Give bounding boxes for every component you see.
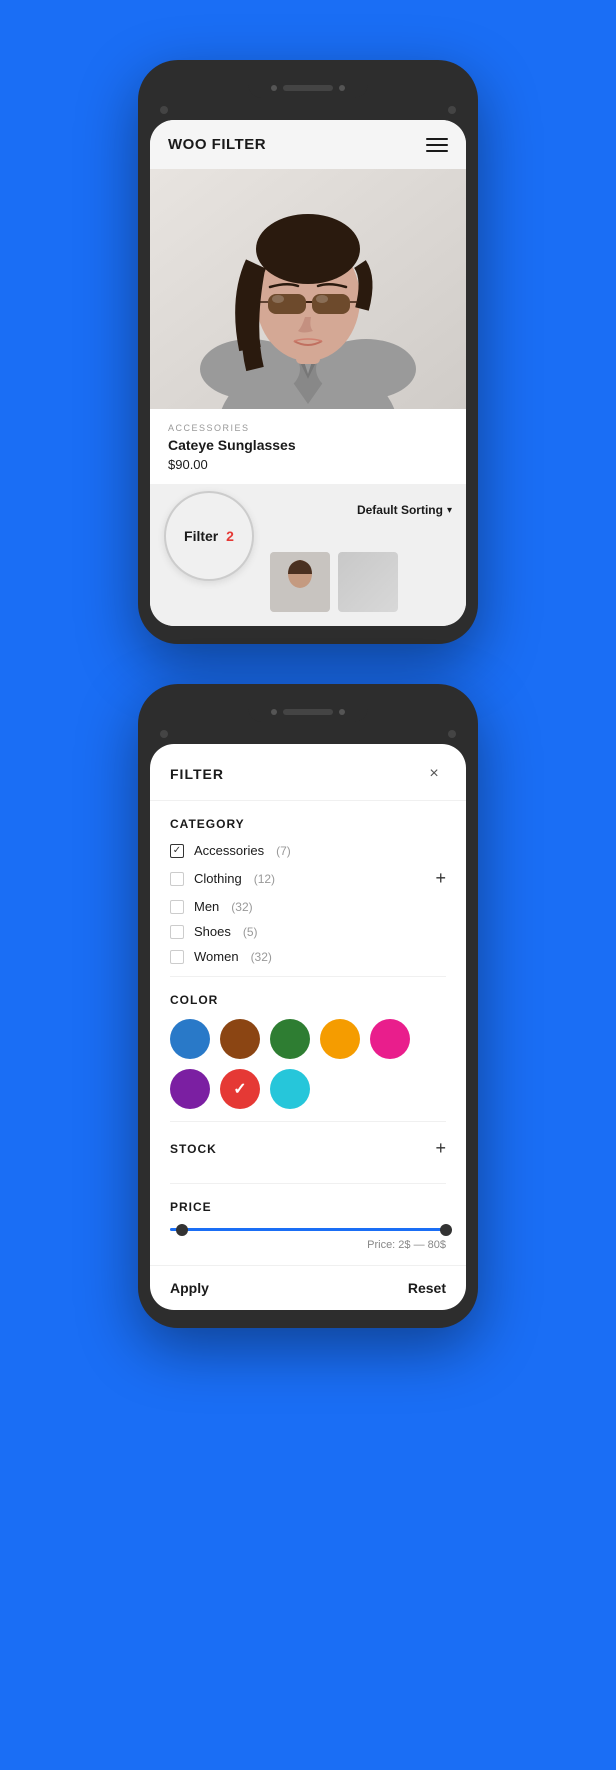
close-button[interactable]: × <box>422 762 446 786</box>
clothing-expand-icon[interactable]: + <box>435 868 446 889</box>
stock-section: STOCK + <box>170 1122 446 1184</box>
category-list: Accessories (7) Clothing (12) + <box>170 843 446 964</box>
category-item-women[interactable]: Women (32) <box>170 949 446 964</box>
product-thumbnail-2[interactable] <box>338 552 398 612</box>
color-swatch-red[interactable] <box>220 1069 260 1109</box>
color-swatch-blue[interactable] <box>170 1019 210 1059</box>
category-count-shoes: (5) <box>243 925 258 939</box>
camera-dot-right <box>448 106 456 114</box>
notch-dot-2 <box>339 85 345 91</box>
color-swatch-teal[interactable] <box>270 1069 310 1109</box>
category-item-clothing[interactable]: Clothing (12) + <box>170 868 446 889</box>
category-item-men[interactable]: Men (32) <box>170 899 446 914</box>
category-count-accessories: (7) <box>276 844 291 858</box>
camera-dot-left <box>160 106 168 114</box>
notch-speaker <box>283 85 333 91</box>
category-name-women: Women <box>194 949 239 964</box>
thumb-img-1 <box>270 552 330 612</box>
hamburger-line-3 <box>426 150 448 152</box>
notch-dot <box>271 85 277 91</box>
category-title: CATEGORY <box>170 817 245 831</box>
phone-frame-1: WOO FILTER <box>138 60 478 644</box>
checkbox-men[interactable] <box>170 900 184 914</box>
phone-frame-2: FILTER × CATEGORY <box>138 684 478 1328</box>
checkbox-accessories[interactable] <box>170 844 184 858</box>
hamburger-icon[interactable] <box>426 138 448 152</box>
product-image <box>150 169 466 409</box>
notch-dot-4 <box>339 709 345 715</box>
app-title: WOO FILTER <box>168 136 266 153</box>
chevron-down-icon: ▾ <box>447 505 452 516</box>
checkbox-women[interactable] <box>170 950 184 964</box>
price-range-label: Price: 2$ — 80$ <box>170 1239 446 1251</box>
category-name-clothing: Clothing <box>194 871 242 886</box>
phone-notch-1 <box>248 78 368 98</box>
product-thumbnail-1[interactable] <box>270 552 330 612</box>
product-category: ACCESSORIES <box>168 423 448 433</box>
filter-bar: Filter 2 Default Sorting ▾ <box>150 484 466 536</box>
category-name-accessories: Accessories <box>194 843 264 858</box>
color-swatch-brown[interactable] <box>220 1019 260 1059</box>
notch-dot-3 <box>271 709 277 715</box>
category-count-clothing: (12) <box>254 872 275 886</box>
color-section: COLOR <box>170 977 446 1122</box>
color-title: COLOR <box>170 993 218 1007</box>
hamburger-line-1 <box>426 138 448 140</box>
product-name: Cateye Sunglasses <box>168 437 448 453</box>
hamburger-line-2 <box>426 144 448 146</box>
category-item-accessories[interactable]: Accessories (7) <box>170 843 446 858</box>
apply-button[interactable]: Apply <box>170 1280 209 1296</box>
price-slider-min-thumb[interactable] <box>176 1224 188 1236</box>
price-slider-track <box>170 1228 446 1231</box>
phone-camera-row-2 <box>150 730 466 738</box>
color-header: COLOR <box>170 993 446 1007</box>
phone-camera-row <box>150 106 466 114</box>
color-swatch-purple[interactable] <box>170 1069 210 1109</box>
phone-screen-1: WOO FILTER <box>150 120 466 626</box>
filter-label: Filter 2 <box>184 528 234 544</box>
category-count-men: (32) <box>231 900 252 914</box>
category-name-shoes: Shoes <box>194 924 231 939</box>
app-header: WOO FILTER <box>150 120 466 169</box>
product-price: $90.00 <box>168 457 448 472</box>
modal-footer: Apply Reset <box>150 1265 466 1310</box>
reset-button[interactable]: Reset <box>408 1280 446 1296</box>
product-info: ACCESSORIES Cateye Sunglasses $90.00 <box>150 409 466 484</box>
price-slider-max-thumb[interactable] <box>440 1224 452 1236</box>
price-header: PRICE <box>170 1200 446 1214</box>
stock-title: STOCK <box>170 1142 217 1156</box>
price-title: PRICE <box>170 1200 212 1214</box>
color-swatch-green[interactable] <box>270 1019 310 1059</box>
camera-dot-left-2 <box>160 730 168 738</box>
category-section: CATEGORY Accessories (7) <box>170 801 446 977</box>
checkbox-clothing[interactable] <box>170 872 184 886</box>
price-slider-fill <box>170 1228 446 1231</box>
thumb-placeholder-2 <box>338 552 398 612</box>
price-section: PRICE Price: 2$ — 80$ <box>170 1184 446 1265</box>
notch-speaker-2 <box>283 709 333 715</box>
sort-dropdown[interactable]: Default Sorting ▾ <box>357 503 466 517</box>
product-image-container <box>150 169 466 409</box>
filter-count: 2 <box>226 528 234 544</box>
camera-dot-right-2 <box>448 730 456 738</box>
category-name-men: Men <box>194 899 219 914</box>
color-swatch-pink[interactable] <box>370 1019 410 1059</box>
modal-header: FILTER × <box>150 744 466 801</box>
close-icon: × <box>429 765 438 783</box>
modal-title: FILTER <box>170 766 224 782</box>
color-swatch-yellow[interactable] <box>320 1019 360 1059</box>
sort-label: Default Sorting <box>357 503 443 517</box>
modal-body: CATEGORY Accessories (7) <box>150 801 466 1265</box>
page-wrapper: WOO FILTER <box>0 30 616 1730</box>
filter-button[interactable]: Filter 2 <box>164 491 254 581</box>
phone-notch-2 <box>248 702 368 722</box>
color-grid <box>170 1019 446 1109</box>
stock-header: STOCK + <box>170 1138 446 1159</box>
checkbox-shoes[interactable] <box>170 925 184 939</box>
category-header: CATEGORY <box>170 817 446 831</box>
stock-expand-icon[interactable]: + <box>435 1138 446 1159</box>
category-count-women: (32) <box>251 950 272 964</box>
category-item-shoes[interactable]: Shoes (5) <box>170 924 446 939</box>
filter-modal-screen: FILTER × CATEGORY <box>150 744 466 1310</box>
